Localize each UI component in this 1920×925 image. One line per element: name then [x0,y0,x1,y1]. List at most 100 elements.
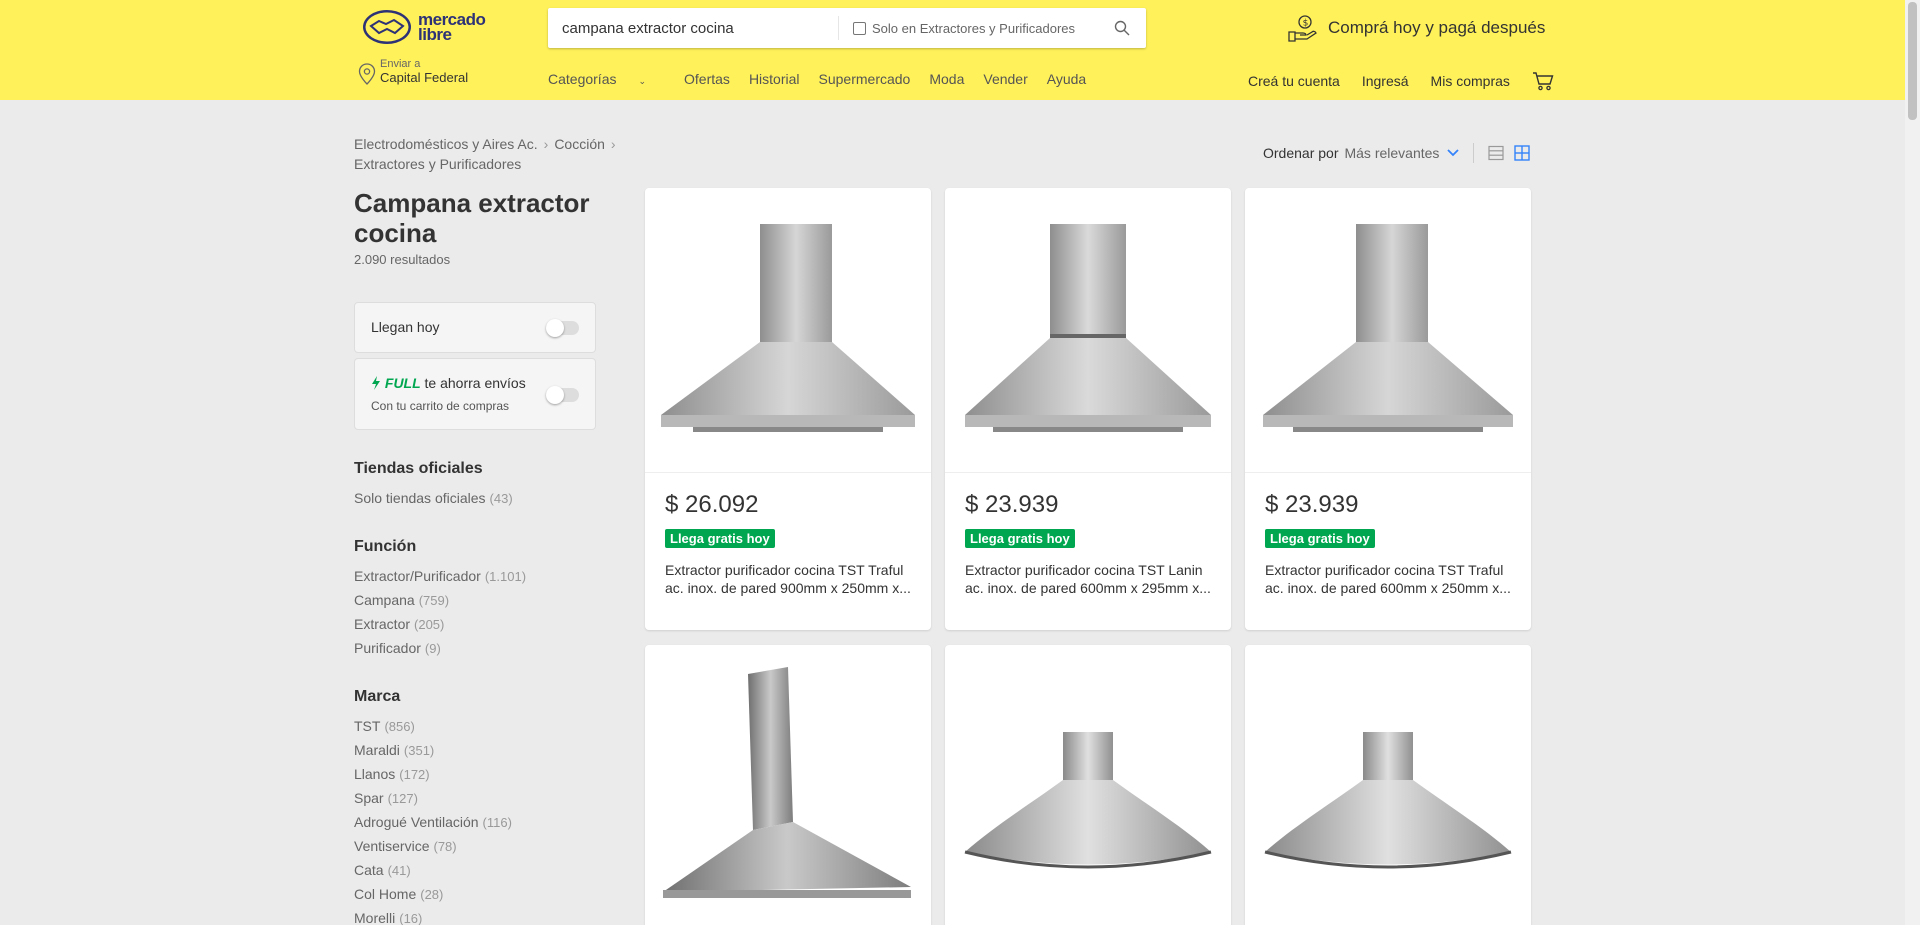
product-card[interactable]: $ 26.092 Llega gratis hoy Extractor puri… [645,188,931,630]
full-subtext: Con tu carrito de compras [371,399,510,413]
nav-historial[interactable]: Historial [749,71,800,87]
nav-ayuda[interactable]: Ayuda [1047,71,1086,87]
create-account-link[interactable]: Creá tu cuenta [1248,73,1340,89]
full-toggle[interactable] [546,386,579,404]
view-toggle [1488,145,1531,161]
filter-group-title: Función [354,538,417,555]
filter-item[interactable]: Adrogué Ventilación (116) [354,814,512,830]
checkbox-label: Solo en Extractores y Purificadores [872,20,1076,36]
chevron-down-icon: ⌄ [638,76,647,86]
filter-item[interactable]: Campana (759) [354,592,449,608]
buy-now-pay-later-promo[interactable]: $ Comprá hoy y pagá después [1288,14,1545,42]
search-bar: Solo en Extractores y Purificadores [548,8,1146,48]
checkbox-box[interactable] [853,21,866,35]
filter-item[interactable]: Llanos (172) [354,766,430,782]
chevron-down-icon[interactable] [1447,149,1460,157]
free-shipping-badge: Llega gratis hoy [965,529,1075,548]
range-hood-image [965,224,1211,432]
product-card[interactable]: $ 23.939 Llega gratis hoy Extractor puri… [1245,188,1531,630]
filter-label: Llegan hoy [371,319,440,335]
product-title[interactable]: Extractor purificador cocina TST Lanin a… [965,561,1215,597]
product-image[interactable] [1245,188,1531,473]
login-link[interactable]: Ingresá [1362,73,1409,89]
product-price: $ 23.939 [1265,491,1359,518]
product-image[interactable] [1245,645,1531,925]
range-hood-image [964,732,1212,869]
ship-to-label: Enviar a [380,58,421,70]
page-scrollbar[interactable] [1905,0,1920,925]
hand-money-icon: $ [1288,15,1317,42]
nav-vender[interactable]: Vender [983,71,1027,87]
svg-text:$: $ [1303,19,1309,29]
location-pin-icon [358,63,376,85]
filter-item[interactable]: Extractor (205) [354,616,444,632]
logo-wordmark: mercado libre [418,10,486,44]
filter-item[interactable]: Cata (41) [354,862,411,878]
breadcrumb-item[interactable]: Cocción [554,136,605,152]
header: mercado libre Solo en Extractores y Puri… [0,0,1905,100]
sort-dropdown[interactable]: Más relevantes [1344,145,1439,161]
handshake-logo-icon [363,10,411,44]
filter-item[interactable]: Morelli (16) [354,910,422,925]
product-card[interactable] [645,645,931,925]
product-image[interactable] [945,188,1231,473]
nav-categorias[interactable]: Categorías ⌄ [548,71,665,87]
nav-supermercado[interactable]: Supermercado [819,71,911,87]
filter-item[interactable]: Col Home (28) [354,886,443,902]
ship-to-city: Capital Federal [380,70,469,85]
cart-icon[interactable] [1532,71,1554,91]
nav-ofertas[interactable]: Ofertas [684,71,730,87]
search-icon [1114,20,1130,36]
sort-control: Ordenar por Más relevantes [1263,143,1531,163]
my-purchases-link[interactable]: Mis compras [1431,73,1510,89]
product-price: $ 23.939 [965,491,1059,518]
nav-moda[interactable]: Moda [929,71,964,87]
breadcrumb-item[interactable]: Electrodomésticos y Aires Ac. [354,136,538,152]
full-filter[interactable]: FULL te ahorra envíos Con tu carrito de … [354,358,596,430]
range-hood-image [1264,732,1512,869]
product-image[interactable] [645,188,931,473]
page-title: Campana extractor cocina [354,188,590,248]
filter-group-title: Marca [354,688,401,705]
full-badge: FULL [384,375,421,391]
product-image[interactable] [645,645,931,925]
mercadolibre-logo[interactable]: mercado libre [362,9,486,45]
free-shipping-badge: Llega gratis hoy [1265,529,1375,548]
filter-item[interactable]: TST (856) [354,718,415,734]
results-count: 2.090 resultados [354,252,451,267]
free-shipping-badge: Llega gratis hoy [665,529,775,548]
llegan-hoy-toggle[interactable] [546,319,579,337]
chevron-right-icon: › [543,136,549,152]
grid-view-icon[interactable] [1514,145,1531,161]
range-hood-image [663,667,911,898]
llegan-hoy-filter[interactable]: Llegan hoy [354,302,596,353]
breadcrumb-item[interactable]: Extractores y Purificadores [354,156,521,172]
product-price: $ 26.092 [665,491,759,518]
range-hood-image [1263,224,1513,432]
product-image[interactable] [945,645,1231,925]
search-button[interactable] [1099,8,1145,48]
filter-item[interactable]: Purificador (9) [354,640,441,656]
product-card[interactable] [1245,645,1531,925]
filter-item[interactable]: Spar (127) [354,790,418,806]
product-title[interactable]: Extractor purificador cocina TST Traful … [665,561,915,597]
shipping-location[interactable]: Enviar a Capital Federal [358,58,468,86]
user-nav: Creá tu cuenta Ingresá Mis compras [1248,71,1554,91]
scrollbar-thumb[interactable] [1908,2,1917,120]
full-label: FULL te ahorra envíos [371,375,526,391]
filter-item[interactable]: Ventiservice (78) [354,838,457,854]
filter-item[interactable]: Extractor/Purificador (1.101) [354,568,526,584]
product-card[interactable]: $ 23.939 Llega gratis hoy Extractor puri… [945,188,1231,630]
full-text: te ahorra envíos [424,375,526,391]
filter-group-title: Tiendas oficiales [354,460,483,477]
product-title[interactable]: Extractor purificador cocina TST Traful … [1265,561,1515,597]
divider [1473,143,1475,163]
filter-item[interactable]: Solo tiendas oficiales (43) [354,490,513,506]
list-view-icon[interactable] [1488,145,1505,161]
chevron-right-icon: › [610,136,616,152]
category-only-checkbox[interactable]: Solo en Extractores y Purificadores [839,21,1099,36]
sort-label: Ordenar por [1263,145,1339,161]
product-card[interactable] [945,645,1231,925]
search-input[interactable] [548,8,838,48]
filter-item[interactable]: Maraldi (351) [354,742,434,758]
